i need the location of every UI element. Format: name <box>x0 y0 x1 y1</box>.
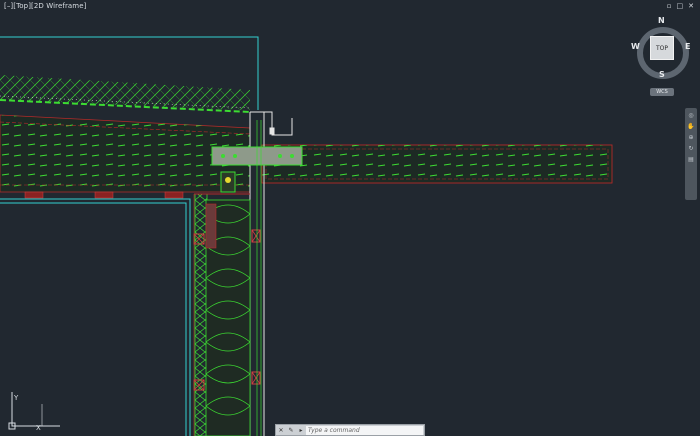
slab-right <box>261 144 613 184</box>
restore-icon[interactable]: ▫ <box>667 2 672 10</box>
maximize-icon[interactable]: □ <box>677 2 684 10</box>
full-navigation-wheel-icon[interactable]: ◎ <box>687 112 695 120</box>
command-line-close-icon[interactable]: ✕ <box>276 427 286 434</box>
viewport-label[interactable]: [–][Top][2D Wireframe] <box>4 2 86 10</box>
navigation-bar: ◎ ✋ ⊕ ↻ ▤ <box>685 108 697 200</box>
wcs-menu[interactable]: WCS <box>650 88 674 96</box>
cad-drawing <box>0 36 613 436</box>
ucs-y-label: Y <box>13 394 19 402</box>
drawing-viewport[interactable]: [–][Top][2D Wireframe] ▫ □ ✕ TOP N S E W… <box>0 0 700 436</box>
compass-east[interactable]: E <box>685 42 690 51</box>
close-icon[interactable]: ✕ <box>688 2 694 10</box>
customize-icon[interactable]: ✎ <box>286 427 296 434</box>
viewcube-top-face[interactable]: TOP <box>650 36 674 60</box>
command-input[interactable] <box>306 425 423 435</box>
recent-commands-icon[interactable]: ▸ <box>296 427 306 434</box>
compass-west[interactable]: W <box>631 42 640 51</box>
compass-north[interactable]: N <box>658 16 665 25</box>
showmotion-icon[interactable]: ▤ <box>687 156 695 164</box>
compass-south[interactable]: S <box>659 70 665 79</box>
roof-hatch <box>0 75 251 113</box>
orbit-icon[interactable]: ↻ <box>687 145 695 153</box>
pan-icon[interactable]: ✋ <box>687 123 695 131</box>
ucs-x-label: X <box>36 424 41 432</box>
command-line: ✕ ✎ ▸ <box>275 424 425 436</box>
viewport-window-controls: ▫ □ ✕ <box>667 2 694 10</box>
viewcube[interactable]: TOP N S E W <box>630 16 692 80</box>
ucs-icon: Y X <box>8 392 60 432</box>
zoom-extents-icon[interactable]: ⊕ <box>687 134 695 142</box>
